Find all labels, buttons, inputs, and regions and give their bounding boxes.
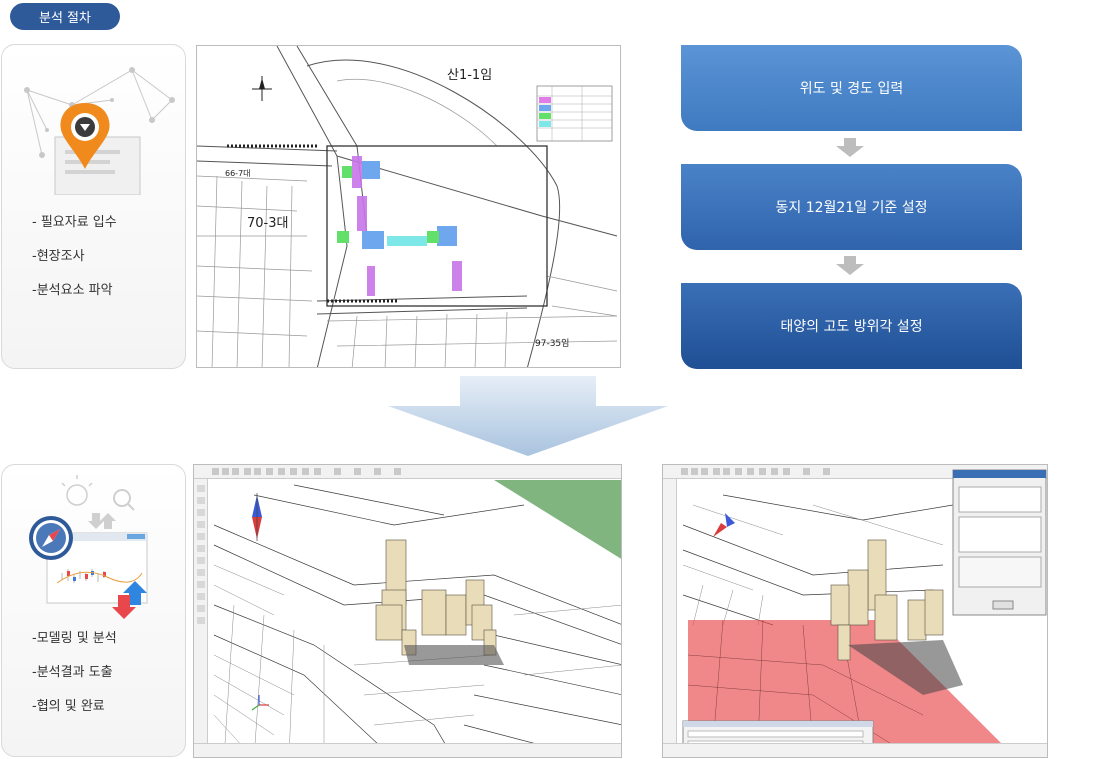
step-winter-solstice: 동지 12월21일 기준 설정 xyxy=(681,164,1022,250)
map-label: 97-35임 xyxy=(535,339,570,349)
card-item: -모델링 및 분석 xyxy=(32,631,117,646)
big-down-arrow-icon xyxy=(388,376,668,456)
section-badge: 분석 절차 xyxy=(10,3,120,30)
compass-axis-icon xyxy=(252,493,262,541)
status-bar xyxy=(663,743,1047,757)
card-item: -협의 및 완료 xyxy=(32,699,105,714)
3d-model-screenshot xyxy=(193,464,622,758)
map-label: 70-3대 xyxy=(247,216,289,231)
magnifier-icon xyxy=(113,489,135,511)
card-item: -분석결과 도출 xyxy=(32,665,113,680)
step-sun-altitude-azimuth: 태양의 고도 방위각 설정 xyxy=(681,283,1022,369)
card-item: -분석요소 파악 xyxy=(32,283,113,298)
lightbulb-icon xyxy=(61,475,93,506)
down-arrow-icon xyxy=(836,138,864,157)
site-plan-map: 산1-1임 70-3대 66-7대 97-35임 xyxy=(196,45,621,368)
north-arrow-icon xyxy=(252,76,272,101)
network-illustration xyxy=(24,67,175,195)
green-field xyxy=(494,480,621,559)
analysis-illustration xyxy=(29,475,148,619)
axis-icon xyxy=(251,695,269,711)
compass-axis-icon xyxy=(713,513,735,537)
down-arrow-icon xyxy=(836,256,864,275)
modeling-analysis-card: -모델링 및 분석 -분석결과 도출 -협의 및 완료 xyxy=(1,464,186,757)
building-group xyxy=(375,539,497,656)
status-bar xyxy=(194,743,621,757)
settings-dialog xyxy=(952,469,1047,616)
step-latitude-longitude: 위도 및 경도 입력 xyxy=(681,45,1022,131)
card-item: -현장조사 xyxy=(32,249,85,264)
map-label: 66-7대 xyxy=(225,169,251,178)
compass-icon xyxy=(29,516,73,560)
data-collection-card: - 필요자료 입수 -현장조사 -분석요소 파악 xyxy=(1,44,186,369)
card-item: - 필요자료 입수 xyxy=(32,215,117,230)
map-label: 산1-1임 xyxy=(447,68,493,83)
shadow-analysis-screenshot xyxy=(662,464,1048,758)
